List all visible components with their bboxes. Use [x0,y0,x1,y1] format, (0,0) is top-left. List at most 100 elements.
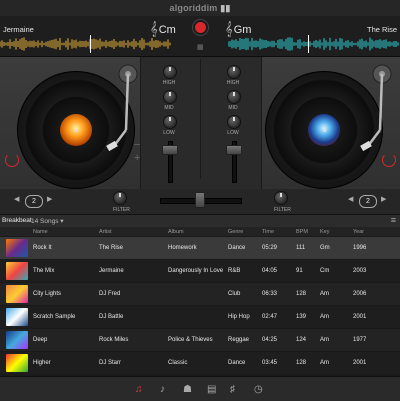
spindle [75,129,78,132]
left-volume-fader[interactable] [162,145,178,155]
cell-genre: Hip Hop [228,314,250,320]
table-row[interactable]: City Lights DJ Fred Club 06:33 128 Am 2006 [0,283,400,305]
cell-bpm: 128 [296,360,307,366]
col-name[interactable]: Name [33,229,48,235]
cell-genre: Dance [228,360,246,366]
cell-year: 2001 [353,360,367,366]
right-key-display[interactable]: 𝄞Gm [225,21,251,37]
right-mid-label: MID [228,105,238,111]
right-waveform[interactable] [228,37,400,51]
cell-album: Police & Thieves [168,337,213,343]
cell-genre: Dance [228,245,246,251]
col-bpm[interactable]: BPM [296,229,308,235]
cell-album: Classic [168,360,188,366]
cell-key: Am [320,314,329,320]
history-icon[interactable]: ◷ [254,384,263,395]
left-high-label: HIGH [162,80,176,86]
artists-icon[interactable]: ☗ [183,384,192,395]
cell-year: 2006 [353,291,367,297]
cell-bpm: 111 [296,245,306,251]
right-tonearm[interactable] [350,62,400,157]
left-tonearm[interactable] [90,62,140,157]
left-low-knob[interactable] [163,115,177,129]
cell-time: 05:29 [262,245,278,251]
cell-bpm: 139 [296,314,307,320]
right-filter-label: FILTER [274,207,291,213]
cell-bpm: 91 [296,268,303,274]
left-low-label: LOW [163,130,175,136]
table-row[interactable]: Scratch Sample DJ Battle Hip Hop 02:47 139 Am… [0,306,400,328]
playlists-icon[interactable]: ▤ [207,384,216,395]
left-waveform[interactable] [0,37,172,51]
right-low-label: LOW [227,130,239,136]
playlist-title[interactable]: Breakbeat [2,217,32,224]
list-menu-icon[interactable]: ≡ [391,215,396,225]
col-key[interactable]: Key [320,229,329,235]
right-pitch-up-icon[interactable]: ▶ [381,195,386,203]
right-playhead [308,35,309,53]
cell-key: Am [320,337,329,343]
cell-year: 2001 [353,314,367,320]
cell-artist: Rock Miles [99,337,129,343]
cell-year: 1996 [353,245,367,251]
left-key-display[interactable]: 𝄞Cm [150,21,176,37]
right-loop-value[interactable]: 2 [359,195,377,208]
table-row[interactable]: Higher DJ Starr Classic Dance 03:45 128 Am 2001 [0,352,400,374]
col-genre[interactable]: Genre [228,229,243,235]
cell-time: 06:33 [262,291,278,297]
cell-time: 04:25 [262,337,278,343]
cell-key: Gm [320,245,330,251]
mixer-divider [200,59,201,179]
left-pitch-down-icon[interactable]: ◀ [14,195,19,203]
treble-clef-icon: 𝄞 [150,21,158,36]
col-album[interactable]: Album [168,229,184,235]
album-art-thumbnail [6,354,28,372]
table-row[interactable]: The Mix Jermaine Dangerously In Love R&B 04:… [0,260,400,282]
cell-artist: DJ Starr [99,360,122,366]
left-pitch-up-icon[interactable]: ▶ [47,195,52,203]
song-count[interactable]: 14 Songs ▾ [31,217,64,225]
right-low-knob[interactable] [227,115,241,129]
cell-album: Homework [168,245,197,251]
left-mid-label: MID [164,105,174,111]
right-pitch-down-icon[interactable]: ◀ [348,195,353,203]
col-time[interactable]: Time [262,229,274,235]
cell-name: Deep [33,337,48,343]
cell-artist: The Rise [99,245,124,251]
left-high-knob[interactable] [163,65,177,79]
music-library-icon[interactable]: ♫ [135,384,143,395]
right-track-title[interactable]: The Rise [367,25,397,34]
crossfader[interactable] [195,192,205,208]
right-filter-knob[interactable] [274,191,288,205]
left-track-title[interactable]: Jermaine [3,25,34,34]
cell-genre: Reggae [228,337,250,343]
library-header: Breakbeat 14 Songs ▾ ≡ [0,214,400,227]
album-art-thumbnail [6,308,28,326]
record-button[interactable] [195,22,206,33]
table-row[interactable]: Rock It The Rise Homework Dance 05:29 111 Gm 19… [0,237,400,259]
col-year[interactable]: Year [353,229,364,235]
cell-year: 1977 [353,337,367,343]
left-mid-knob[interactable] [163,90,177,104]
cell-album: Dangerously In Love [168,268,224,274]
col-artist[interactable]: Artist [99,229,112,235]
right-mid-knob[interactable] [227,90,241,104]
cell-genre: Club [228,291,241,297]
layout-grid-icon[interactable]: ▦ [197,43,204,51]
right-high-label: HIGH [226,80,240,86]
album-art-thumbnail [6,262,28,280]
cell-name: Higher [33,360,51,366]
songs-icon[interactable]: ♪ [160,384,165,395]
left-loop-value[interactable]: 2 [25,195,43,208]
table-row[interactable]: Deep Rock Miles Police & Thieves Reggae 04:2… [0,329,400,351]
cell-artist: Jermaine [99,268,124,274]
cell-name: Rock It [33,245,52,251]
left-filter-knob[interactable] [113,191,127,205]
equalizer-icon[interactable]: ♯ [230,384,235,395]
cell-bpm: 128 [296,291,307,297]
right-volume-fader[interactable] [226,145,242,155]
album-art-thumbnail [6,331,28,349]
top-bar: algoriddim ▮▮ [0,0,400,17]
album-art-thumbnail [6,239,28,257]
right-high-knob[interactable] [227,65,241,79]
